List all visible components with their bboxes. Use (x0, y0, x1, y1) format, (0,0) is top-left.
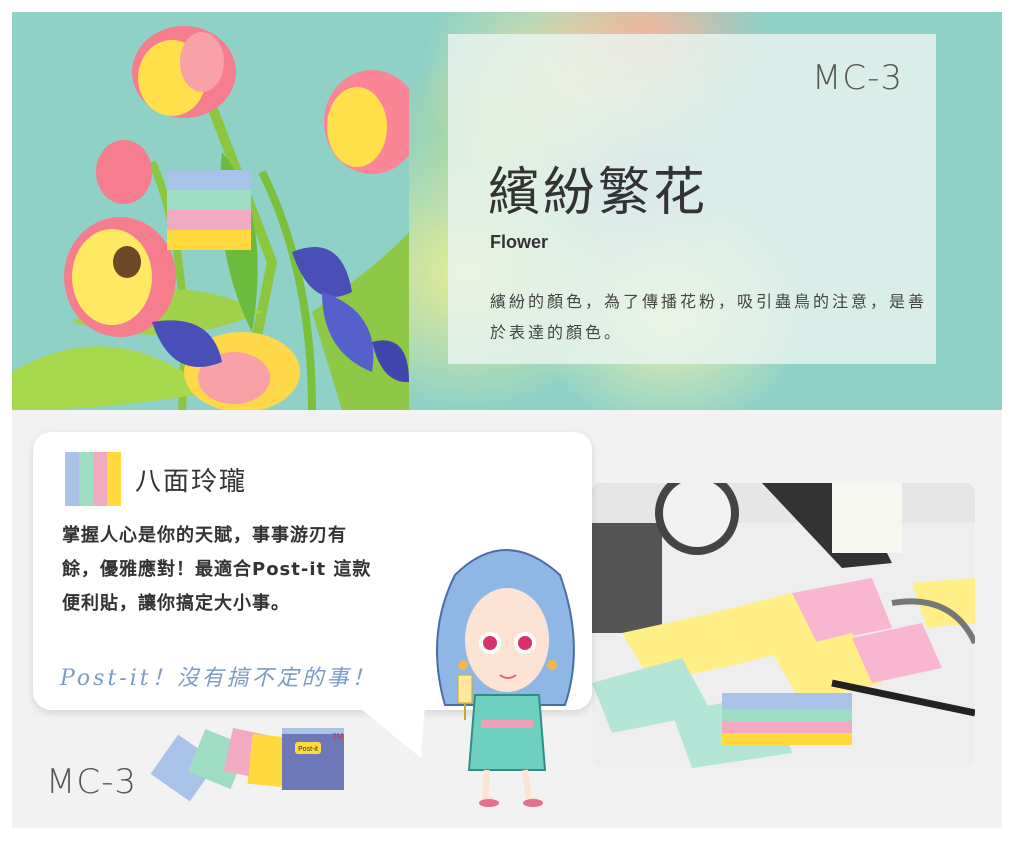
product-code-bottom: MC-3 (46, 762, 137, 802)
heading-swatch-icon (65, 452, 121, 506)
cartoon-character (436, 549, 575, 807)
note-stack (722, 693, 852, 745)
page-subtitle: Flower (490, 232, 549, 252)
flower-illustration (12, 26, 409, 410)
pack-logo: 3M (332, 732, 343, 741)
bubble-body: 掌握人心是你的天賦，事事游刃有 餘，優雅應對！最適合Post-it 這款 便利貼… (62, 519, 422, 621)
pack-brand: Post-it (298, 746, 318, 753)
desk-photo (592, 483, 975, 768)
bubble-tail (355, 704, 425, 758)
product-image: Post-it 3M (150, 727, 344, 802)
bubble-line: 便利貼，讓你搞定大小事。 (62, 593, 290, 614)
color-swatch (167, 170, 251, 250)
bubble-slogan: Post-it！沒有搞不定的事！ (60, 666, 377, 691)
bubble-line: 餘，優雅應對！最適合Post-it 這款 (62, 559, 372, 580)
description: 繽紛的顏色，為了傳播花粉，吸引蟲鳥的注意，是善於表達的顏色。 (490, 292, 928, 342)
bubble-line: 掌握人心是你的天賦，事事游刃有 (62, 525, 347, 546)
product-code: MC-3 (812, 58, 903, 98)
page-title: 繽紛繁花 (488, 163, 709, 223)
flower-photo (12, 12, 409, 410)
bubble-heading: 八面玲瓏 (135, 467, 248, 497)
